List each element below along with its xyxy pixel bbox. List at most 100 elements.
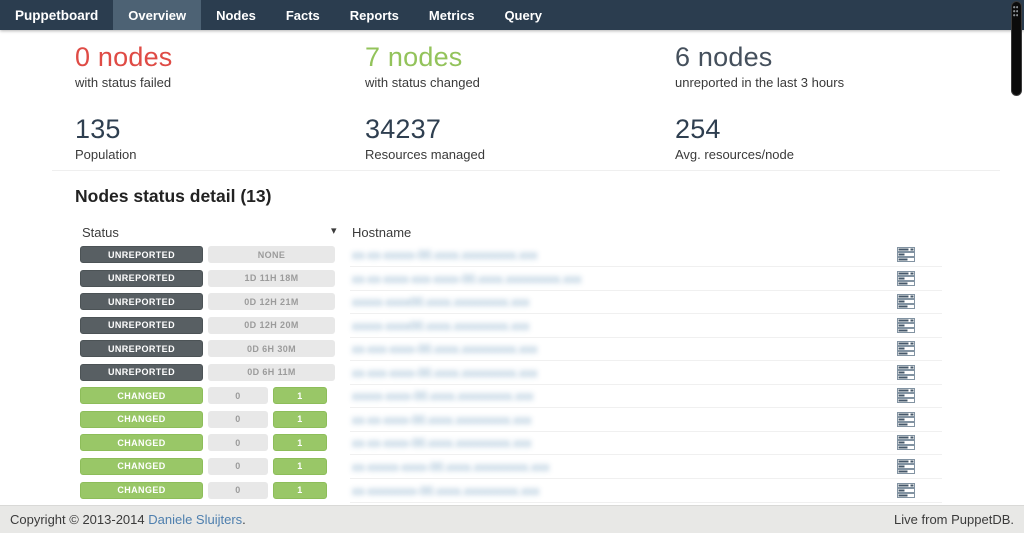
stat-avg-resources-value: 254 [675,114,965,144]
author-link[interactable]: Daniele Sluijters [148,512,242,527]
hostname-link[interactable]: xx-xx-xxxx-00.xxxx.xxxxxxxxx.xxx [352,436,531,450]
table-row: CHANGED 01 xx-xxxxxxxx-00.xxxx.xxxxxxxxx.x… [0,480,940,503]
failed-count-badge: 0 [208,411,268,428]
stat-unreported: 6 nodes unreported in the last 3 hours [675,42,965,90]
table-row: UNREPORTED 0D 6H 30M xx-xxx-xxxx-00.xxxx.x… [0,338,940,361]
changed-count-badge: 1 [273,387,327,404]
tasks-icon[interactable] [897,247,916,263]
status-badge: UNREPORTED [80,270,203,287]
status-badge: CHANGED [80,482,203,499]
last-report-badge: 1D 11H 18M [208,270,335,287]
hostname-link[interactable]: xx-xxx-xxxx-00.xxxx.xxxxxxxxx.xxx [352,366,537,380]
hostname-link[interactable]: xx-xx-xxxx-xxx-xxxx-00.xxxx.xxxxxxxxx.xx… [352,272,581,286]
table-row: UNREPORTED 0D 12H 20M xxxxx-xxxx00.xxxx.xx… [0,315,940,338]
table-row: UNREPORTED 0D 12H 21M xxxxx-xxxx00.xxxx.xx… [0,291,940,314]
table-row: CHANGED 01 xx-xx-xxxx-00.xxxx.xxxxxxxxx.xx… [0,432,940,455]
status-badge: CHANGED [80,434,203,451]
status-badge: UNREPORTED [80,246,203,263]
row-divider [350,502,942,503]
brand-puppetboard[interactable]: Puppetboard [0,0,113,30]
stat-unreported-label: unreported in the last 3 hours [675,75,965,90]
hostname-link[interactable]: xx-xx-xxxx-00.xxxx.xxxxxxxxx.xxx [352,413,531,427]
scrollbar-grip-icon [1013,6,1018,18]
failed-count-badge: 0 [208,434,268,451]
last-report-badge: NONE [208,246,335,263]
tab-nodes[interactable]: Nodes [201,0,271,30]
column-header-status[interactable]: Status [82,225,119,240]
table-row: UNREPORTED 1D 11H 18M xx-xx-xxxx-xxx-xxxx-… [0,268,940,291]
failed-count-badge: 0 [208,387,268,404]
stat-avg-resources: 254 Avg. resources/node [675,114,965,162]
changed-count-badge: 1 [273,411,327,428]
sort-caret-icon[interactable]: ▾ [331,224,337,237]
stat-failed-value: 0 nodes [75,42,365,72]
hostname-link[interactable]: xxxxx-xxxx00.xxxx.xxxxxxxxx.xxx [352,295,529,309]
tab-facts[interactable]: Facts [271,0,335,30]
stat-resources: 34237 Resources managed [365,114,675,162]
hostname-link[interactable]: xx-xx-xxxxx-00.xxxx.xxxxxxxxx.xxx [352,248,537,262]
status-badge: UNREPORTED [80,364,203,381]
last-report-badge: 0D 6H 30M [208,340,335,357]
footer: Copyright © 2013-2014 Daniele Sluijters.… [0,505,1024,533]
status-badge: UNREPORTED [80,293,203,310]
tasks-icon[interactable] [897,459,916,475]
stat-population: 135 Population [75,114,365,162]
navbar: Puppetboard Overview Nodes Facts Reports… [0,0,1024,30]
stat-changed: 7 nodes with status changed [365,42,675,90]
stats-row-resources: 135 Population 34237 Resources managed 2… [75,114,975,162]
footer-copyright: Copyright © 2013-2014 Daniele Sluijters. [10,512,246,527]
last-report-badge: 0D 12H 20M [208,317,335,334]
stat-avg-resources-label: Avg. resources/node [675,147,965,162]
changed-count-badge: 1 [273,458,327,475]
hostname-link[interactable]: xxxxx-xxxx-00.xxxx.xxxxxxxxx.xxx [352,389,533,403]
hostname-link[interactable]: xx-xxxxx-xxxx-00.xxxx.xxxxxxxxx.xxx [352,460,549,474]
vertical-scrollbar[interactable] [1011,1,1022,96]
tab-query[interactable]: Query [489,0,557,30]
stat-failed: 0 nodes with status failed [75,42,365,90]
section-divider [52,170,1000,171]
table-row: UNREPORTED NONE xx-xx-xxxxx-00.xxxx.xxxxxx… [0,244,940,267]
tab-reports[interactable]: Reports [335,0,414,30]
last-report-badge: 0D 12H 21M [208,293,335,310]
status-badge: CHANGED [80,458,203,475]
tasks-icon[interactable] [897,271,916,287]
changed-count-badge: 1 [273,434,327,451]
changed-count-badge: 1 [273,482,327,499]
stat-resources-label: Resources managed [365,147,675,162]
stat-population-label: Population [75,147,365,162]
table-row: CHANGED01xx-xx-xxxx-00.xxxx.xxxxxxxxx.xx… [0,409,940,432]
tasks-icon[interactable] [897,365,916,381]
stat-failed-label: with status failed [75,75,365,90]
failed-count-badge: 0 [208,458,268,475]
tasks-icon[interactable] [897,318,916,334]
hostname-link[interactable]: xxxxx-xxxx00.xxxx.xxxxxxxxx.xxx [352,319,529,333]
column-header-hostname[interactable]: Hostname [352,225,411,240]
table-row: CHANGED 01 xxxxx-xxxx-00.xxxx.xxxxxxxxx.xx… [0,385,940,408]
stat-unreported-value: 6 nodes [675,42,965,72]
table-row: CHANGED 01 xx-xxxxx-xxxx-00.xxxx.xxxxxxxxx… [0,456,940,479]
failed-count-badge: 0 [208,482,268,499]
tasks-icon[interactable] [897,483,916,499]
hostname-link[interactable]: xx-xxx-xxxx-00.xxxx.xxxxxxxxx.xxx [352,342,537,356]
tasks-icon[interactable] [897,388,916,404]
table-rows: UNREPORTED NONE xx-xx-xxxxx-00.xxxx.xxxxxx… [0,244,1024,505]
tasks-icon[interactable] [897,412,916,428]
tasks-icon[interactable] [897,341,916,357]
hostname-link[interactable]: xx-xxxxxxxx-00.xxxx.xxxxxxxxx.xxx [352,484,539,498]
stat-changed-label: with status changed [365,75,675,90]
stat-changed-value: 7 nodes [365,42,675,72]
copyright-period: . [242,512,246,527]
tasks-icon[interactable] [897,435,916,451]
tasks-icon[interactable] [897,294,916,310]
page-title: Nodes status detail (13) [75,186,271,207]
tab-overview[interactable]: Overview [113,0,201,30]
copyright-text: Copyright © 2013-2014 [10,512,145,527]
last-report-badge: 0D 6H 11M [208,364,335,381]
status-badge: UNREPORTED [80,317,203,334]
status-badge: CHANGED [80,387,203,404]
stat-resources-value: 34237 [365,114,675,144]
stats-row-status: 0 nodes with status failed 7 nodes with … [75,42,975,90]
table-row: UNREPORTED 0D 6H 11M xx-xxx-xxxx-00.xxxx.x… [0,362,940,385]
tab-metrics[interactable]: Metrics [414,0,490,30]
status-badge: UNREPORTED [80,340,203,357]
